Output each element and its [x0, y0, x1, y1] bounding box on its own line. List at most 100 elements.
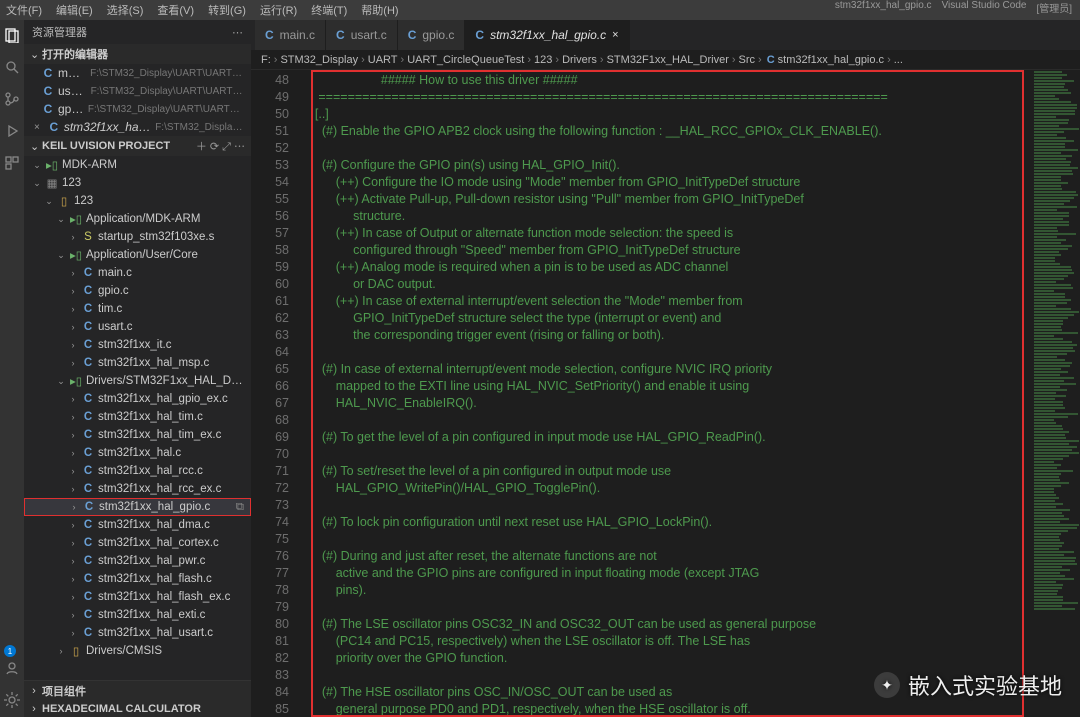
menu-item[interactable]: 文件(F)	[6, 2, 42, 18]
c-file-icon: C	[41, 66, 55, 80]
tree-item[interactable]: ›Cstm32f1xx_hal_usart.c	[24, 624, 251, 642]
tree-item[interactable]: ⌄▸▯Application/User/Core	[24, 246, 251, 264]
editor-tab[interactable]: Cmain.c	[255, 20, 326, 50]
minimap[interactable]	[1030, 70, 1080, 717]
folder-icon: ▯	[57, 194, 71, 208]
breadcrumb[interactable]: F:›STM32_Display›UART›UART_CircleQueueTe…	[251, 50, 1080, 70]
tree-item[interactable]: ›Cstm32f1xx_hal_dma.c	[24, 516, 251, 534]
menu-item[interactable]: 运行(R)	[260, 2, 297, 18]
editor-tab[interactable]: Cgpio.c	[398, 20, 466, 50]
c-file-icon: C	[81, 429, 95, 441]
section-open-editors[interactable]: ⌄打开的编辑器	[24, 44, 251, 64]
breadcrumb-item[interactable]: ...	[894, 54, 903, 66]
tree-item[interactable]: ›Cstm32f1xx_hal.c	[24, 444, 251, 462]
debug-icon[interactable]	[3, 122, 21, 140]
tree-item[interactable]: ›Cstm32f1xx_hal_flash.c	[24, 570, 251, 588]
sidebar: 资源管理器 ⋯ ⌄打开的编辑器 Cmain.cF:\STM32_Display\…	[24, 20, 251, 717]
breadcrumb-item[interactable]: F:	[261, 54, 271, 66]
tree-item[interactable]: ›Cstm32f1xx_hal_cortex.c	[24, 534, 251, 552]
c-file-icon: C	[82, 501, 96, 513]
c-file-icon: C	[81, 267, 95, 279]
c-file-icon: C	[81, 627, 95, 639]
code-editor[interactable]: ##### How to use this driver ##### =====…	[301, 70, 1030, 717]
tree-item[interactable]: ⌄▦123	[24, 174, 251, 192]
menu-item[interactable]: 编辑(E)	[56, 2, 93, 18]
breadcrumb-item[interactable]: Src	[739, 54, 756, 66]
menu-item[interactable]: 帮助(H)	[361, 2, 398, 18]
open-editor-item[interactable]: ×Cstm32f1xx_hal_gpio.cF:\STM32_Display\U…	[24, 118, 251, 136]
open-editor-item[interactable]: Cusart.cF:\STM32_Display\UART\UART_Circl…	[24, 82, 251, 100]
open-editor-item[interactable]: Cgpio.cF:\STM32_Display\UART\UART_Circle…	[24, 100, 251, 118]
line-numbers: 4849505152535455565758596061626364656667…	[251, 70, 301, 717]
sidebar-title: 资源管理器	[32, 24, 87, 40]
menu-item[interactable]: 选择(S)	[107, 2, 144, 18]
editor-tab[interactable]: Cstm32f1xx_hal_gpio.c×	[465, 20, 629, 50]
chevron-icon: ›	[68, 412, 78, 422]
tree-item[interactable]: ›Cstm32f1xx_hal_pwr.c	[24, 552, 251, 570]
tree-item[interactable]: ›Sstartup_stm32f103xe.s	[24, 228, 251, 246]
tree-item[interactable]: ›Cstm32f1xx_hal_rcc_ex.c	[24, 480, 251, 498]
c-file-icon: C	[81, 519, 95, 531]
tree-item[interactable]: ›Cstm32f1xx_it.c	[24, 336, 251, 354]
c-file-icon: C	[81, 573, 95, 585]
menu-item[interactable]: 终端(T)	[311, 2, 347, 18]
chevron-icon: ⌄	[56, 376, 66, 387]
breadcrumb-item[interactable]: UART	[368, 54, 398, 66]
close-icon[interactable]: ×	[612, 29, 618, 41]
search-icon[interactable]	[3, 58, 21, 76]
breadcrumb-item[interactable]: Drivers	[562, 54, 597, 66]
c-file-icon: C	[336, 28, 345, 42]
scm-icon[interactable]	[3, 90, 21, 108]
c-file-icon: C	[41, 102, 55, 116]
chevron-icon: ›	[68, 592, 78, 602]
c-file-icon: C	[81, 609, 95, 621]
tree-item[interactable]: ›Ctim.c	[24, 300, 251, 318]
tree-item[interactable]: ›Cstm32f1xx_hal_gpio_ex.c	[24, 390, 251, 408]
folder-open-icon: ▸▯	[69, 248, 83, 262]
c-file-icon: C	[81, 411, 95, 423]
chevron-icon: ›	[68, 286, 78, 296]
breadcrumb-item[interactable]: 123	[534, 54, 552, 66]
section-hexcalc[interactable]: ›HEXADECIMAL CALCULATOR	[24, 701, 251, 717]
folder-icon: ▯	[69, 644, 83, 658]
chevron-icon: ›	[68, 448, 78, 458]
breadcrumb-item[interactable]: stm32f1xx_hal_gpio.c	[778, 54, 884, 66]
tree-item[interactable]: ⌄▸▯Application/MDK-ARM	[24, 210, 251, 228]
tree-item[interactable]: ›Cstm32f1xx_hal_msp.c	[24, 354, 251, 372]
chevron-icon: ›	[68, 556, 78, 566]
section-project[interactable]: ⌄KEIL UVISION PROJECT＋ ⟳ ⤢ ⋯	[24, 136, 251, 156]
breadcrumb-item[interactable]: STM32_Display	[280, 54, 358, 66]
chevron-icon: ›	[68, 394, 78, 404]
breadcrumb-item[interactable]: STM32F1xx_HAL_Driver	[607, 54, 729, 66]
tree-item[interactable]: ›Cstm32f1xx_hal_exti.c	[24, 606, 251, 624]
tree-item[interactable]: ⌄▸▯Drivers/STM32F1xx_HAL_Driver	[24, 372, 251, 390]
tree-item[interactable]: ›Cstm32f1xx_hal_tim_ex.c	[24, 426, 251, 444]
open-editor-item[interactable]: Cmain.cF:\STM32_Display\UART\UART_Circle…	[24, 64, 251, 82]
sidebar-header: 资源管理器 ⋯	[24, 20, 251, 44]
tree-item[interactable]: ›Cstm32f1xx_hal_gpio.c⧉	[24, 498, 251, 516]
chevron-icon: ›	[68, 268, 78, 278]
section-outline[interactable]: ›项目组件	[24, 680, 251, 701]
breadcrumb-item[interactable]: UART_CircleQueueTest	[407, 54, 524, 66]
c-file-icon: C	[81, 393, 95, 405]
chevron-icon: ›	[56, 646, 66, 656]
menu-item[interactable]: 转到(G)	[208, 2, 246, 18]
extensions-icon[interactable]	[3, 154, 21, 172]
chevron-icon: ›	[68, 358, 78, 368]
explorer-icon[interactable]	[3, 26, 21, 44]
tree-item[interactable]: ›Cstm32f1xx_hal_rcc.c	[24, 462, 251, 480]
tree-item[interactable]: ›▯Drivers/CMSIS	[24, 642, 251, 660]
settings-icon[interactable]	[3, 691, 21, 709]
tree-item[interactable]: ⌄▯123	[24, 192, 251, 210]
tree-item[interactable]: ›Cstm32f1xx_hal_flash_ex.c	[24, 588, 251, 606]
menu-item[interactable]: 查看(V)	[157, 2, 194, 18]
editor-tab[interactable]: Cusart.c	[326, 20, 398, 50]
tree-item[interactable]: ⌄▸▯MDK-ARM	[24, 156, 251, 174]
close-icon[interactable]: ×	[34, 122, 40, 133]
tree-item[interactable]: ›Cgpio.c	[24, 282, 251, 300]
tree-item[interactable]: ›Cusart.c	[24, 318, 251, 336]
account-icon[interactable]	[3, 659, 21, 677]
tree-item[interactable]: ›Cstm32f1xx_hal_tim.c	[24, 408, 251, 426]
tree-item[interactable]: ›Cmain.c	[24, 264, 251, 282]
action-icon[interactable]: ⧉	[236, 501, 244, 514]
